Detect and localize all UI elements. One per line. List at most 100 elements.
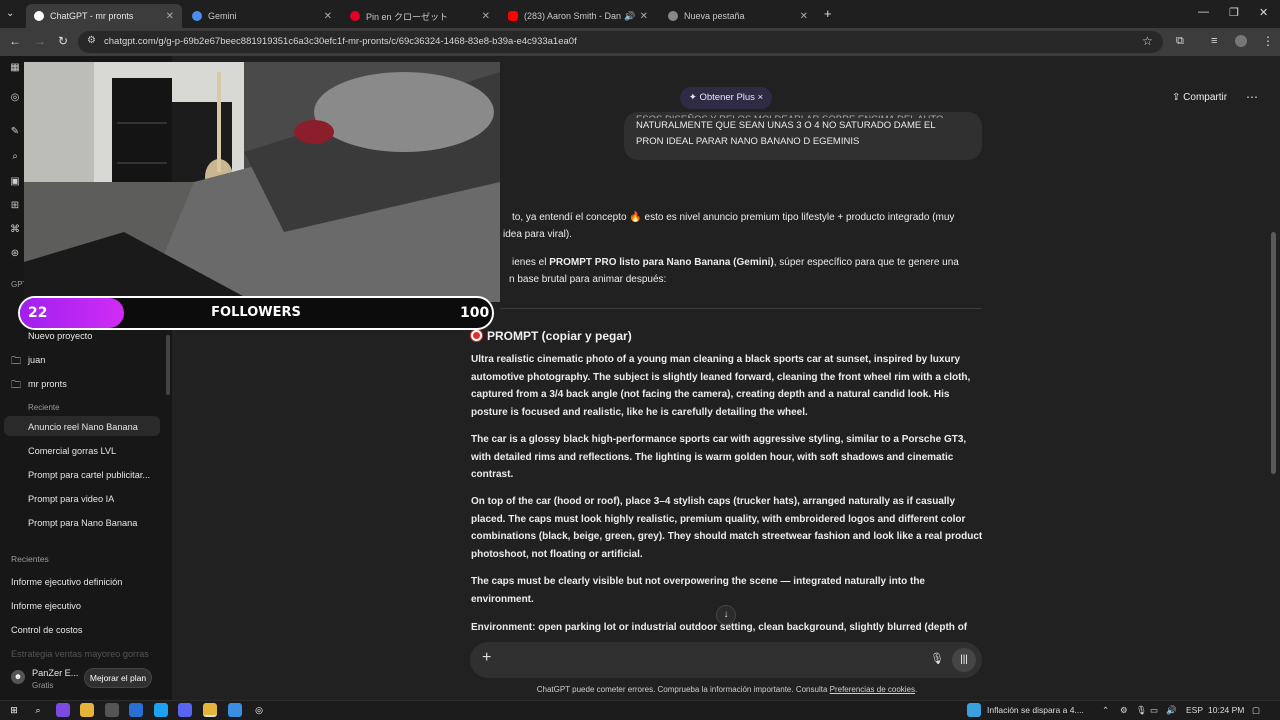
sidebar-chat-item[interactable]: Anuncio reel Nano Banana (28, 422, 138, 432)
close-icon[interactable]: ✕ (640, 11, 648, 22)
youtube-favicon-icon (508, 11, 518, 21)
weather-icon[interactable] (967, 703, 981, 717)
share-button[interactable]: ⇪ Compartir (1172, 92, 1227, 103)
bookmark-star-icon[interactable]: ☆ (1142, 34, 1153, 48)
tab-pinterest[interactable]: Pin en クローゼット ✕ (342, 4, 498, 28)
sidebar-chat-item[interactable]: Prompt para video IA (28, 494, 114, 504)
main-scrollbar[interactable] (1271, 232, 1276, 474)
reading-list-icon[interactable]: ≡ (1211, 35, 1217, 47)
followers-current-count: 22 (28, 305, 48, 321)
sidebar-chat-item[interactable]: Informe ejecutivo (11, 601, 81, 611)
close-icon[interactable]: ✕ (324, 11, 332, 22)
disclaimer-text: ChatGPT puede cometer errores. Comprueba… (536, 685, 918, 694)
voice-mode-button[interactable]: ||| (952, 648, 976, 672)
sidebar-scrollbar[interactable] (166, 335, 170, 395)
new-tab-button[interactable]: + (824, 6, 832, 21)
sidebar-chat-item[interactable]: Comercial gorras LVL (28, 446, 116, 456)
upgrade-plan-button[interactable]: Mejorar el plan (84, 668, 152, 688)
gemini-favicon-icon (192, 11, 202, 21)
user-plan: Gratis (32, 681, 54, 690)
folder-icon: 🗀 (11, 356, 21, 367)
tray-expand-icon[interactable]: ⌃ (1102, 705, 1109, 716)
site-info-icon[interactable]: ⚙ (87, 35, 96, 46)
new-chat-icon[interactable]: ✎ (8, 126, 22, 140)
store-icon[interactable] (105, 703, 119, 717)
sidebar-chat-item[interactable]: Estrategia ventas mayoreo gorras (11, 649, 149, 659)
chatgpt-app-icon[interactable]: ◎ (252, 703, 266, 717)
message-composer[interactable] (470, 642, 982, 678)
target-emoji-icon (471, 330, 482, 341)
close-window-button[interactable]: ✕ (1259, 6, 1268, 19)
cookie-preferences-link[interactable]: Preferencias de cookies (830, 685, 915, 694)
sparkle-icon: ✦ (688, 92, 700, 103)
sidebar-chat-item[interactable]: Control de costos (11, 625, 83, 635)
discord-icon[interactable] (178, 703, 192, 717)
gpts-icon[interactable]: ⊛ (8, 248, 22, 262)
forward-button[interactable]: → (34, 34, 46, 48)
user-name[interactable]: PanZer E... (32, 668, 78, 678)
more-options-icon[interactable]: ⋯ (1246, 90, 1258, 104)
codex-icon[interactable]: ⌘ (8, 224, 22, 238)
profile-avatar[interactable] (1235, 35, 1247, 47)
app-icon[interactable] (154, 703, 168, 717)
language-indicator[interactable]: ESP (1186, 705, 1203, 715)
url-text[interactable]: chatgpt.com/g/g-p-69b2e67beec881919351c6… (104, 36, 577, 47)
close-icon[interactable]: ✕ (166, 11, 174, 22)
apps-grid-icon[interactable]: ⊞ (8, 200, 22, 214)
windows-start-icon[interactable]: ⊞ (7, 703, 21, 717)
volume-icon[interactable]: 🔊 (1166, 705, 1177, 716)
close-icon[interactable]: × (755, 92, 764, 103)
taskbar-search-icon[interactable]: ⌕ (31, 703, 45, 717)
close-icon[interactable]: ✕ (482, 11, 490, 22)
tab-new-tab[interactable]: Nueva pestaña ✕ (660, 4, 816, 28)
search-icon[interactable]: ⌕ (8, 151, 22, 165)
chatgpt-favicon-icon (34, 11, 44, 21)
apps-icon[interactable]: ▦ (8, 62, 22, 76)
copilot-icon[interactable] (56, 703, 70, 717)
back-button[interactable]: ← (9, 34, 21, 48)
webcam-overlay (24, 62, 500, 302)
scroll-down-button[interactable]: ↓ (716, 605, 736, 625)
assistant-intro-line: idea para viral). (503, 229, 572, 240)
audio-icon[interactable]: 🔊 (624, 11, 635, 22)
chrome-profile-icon[interactable] (228, 703, 242, 717)
user-message-text: ESOS DISEÑOS Y RELOS MOLDEARLAR SOBRE EN… (636, 114, 943, 147)
tab-search-icon[interactable]: ⌄ (6, 8, 14, 19)
minimize-button[interactable]: — (1198, 6, 1209, 18)
close-icon[interactable]: ✕ (800, 11, 808, 22)
tab-youtube[interactable]: (283) Aaron Smith - Dancin 🔊 ✕ (500, 4, 656, 28)
browser-menu-icon[interactable]: ⋮ (1262, 34, 1274, 48)
get-plus-button[interactable]: ✦ Obtener Plus × (680, 87, 772, 109)
prompt-paragraph: On top of the car (hood or roof), place … (471, 496, 983, 560)
file-explorer-icon[interactable] (80, 703, 94, 717)
tray-icon[interactable]: ⚙ (1120, 705, 1128, 716)
prompt-heading: PROMPT (copiar y pegar) (471, 329, 632, 343)
sidebar-item-project-mr-pronts[interactable]: mr pronts (28, 379, 67, 389)
mic-tray-icon[interactable]: 🎙 (1136, 705, 1147, 716)
news-ticker[interactable]: Inflación se dispara a 4.... (987, 705, 1084, 715)
clock[interactable]: 10:24 PM (1208, 705, 1244, 715)
chrome-icon[interactable] (203, 703, 217, 717)
edge-icon[interactable] (129, 703, 143, 717)
sidebar-chat-item[interactable]: Prompt para cartel publicitar... (28, 470, 150, 480)
user-avatar[interactable]: ☻ (11, 670, 25, 684)
microphone-icon[interactable]: 🎙 (930, 652, 944, 665)
extensions-icon[interactable]: ⧉ (1176, 35, 1184, 48)
notifications-icon[interactable]: ▢ (1252, 705, 1260, 716)
followers-goal-count: 100 (460, 305, 490, 321)
maximize-button[interactable]: ❐ (1229, 6, 1239, 19)
attach-plus-icon[interactable]: + (482, 649, 491, 667)
taskbar (0, 700, 1280, 720)
sidebar-chat-item[interactable]: Informe ejecutivo definición (11, 577, 122, 587)
tab-chatgpt[interactable]: ChatGPT - mr pronts ✕ (26, 4, 182, 28)
divider (500, 308, 982, 309)
folder-icon: 🗀 (11, 380, 21, 391)
sidebar-item-new-project[interactable]: Nuevo proyecto (28, 331, 92, 341)
network-icon[interactable]: ▭ (1150, 705, 1158, 716)
sidebar-chat-item[interactable]: Prompt para Nano Banana (28, 518, 137, 528)
tab-gemini[interactable]: Gemini ✕ (184, 4, 340, 28)
images-icon[interactable]: ▣ (8, 176, 22, 190)
chatgpt-logo-icon[interactable]: ◎ (8, 92, 22, 106)
sidebar-item-project-juan[interactable]: juan (28, 355, 45, 365)
reload-button[interactable]: ↻ (58, 34, 68, 48)
